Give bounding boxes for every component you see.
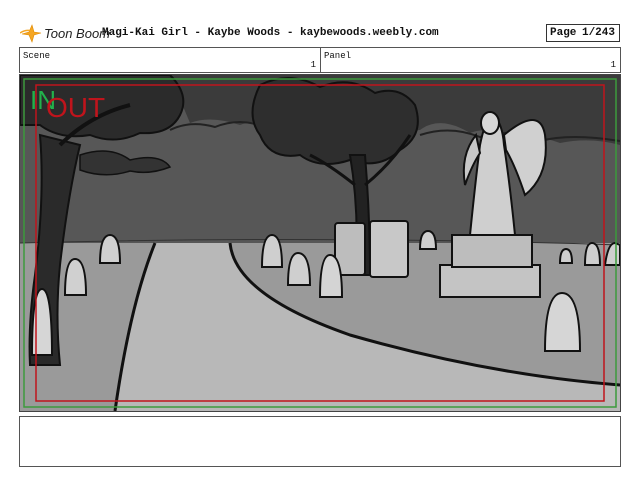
page-label: Page xyxy=(550,27,577,39)
panel-cell: Panel 1 xyxy=(321,48,620,72)
toon-boom-logo: Toon Boom xyxy=(20,22,110,44)
scene-panel-row: Scene 1 Panel 1 xyxy=(19,47,621,73)
panel-label: Panel xyxy=(324,51,352,61)
scene-cell: Scene 1 xyxy=(20,48,321,72)
storyboard-panel: IN OUT xyxy=(19,74,621,412)
page-indicator: Page 1/243 xyxy=(546,24,620,42)
scene-label: Scene xyxy=(23,51,51,61)
notes-box[interactable] xyxy=(19,416,621,467)
toon-boom-star-icon xyxy=(20,24,42,43)
out-marker: OUT xyxy=(46,92,105,123)
logo-text: Toon Boom xyxy=(44,25,111,41)
storyboard-title: Magi-Kai Girl - Kaybe Woods - kaybewoods… xyxy=(102,27,439,39)
panel-drawing: IN OUT xyxy=(20,75,620,411)
scene-value: 1 xyxy=(310,60,316,70)
panel-value: 1 xyxy=(610,60,616,70)
page-number: 1/243 xyxy=(581,27,615,39)
